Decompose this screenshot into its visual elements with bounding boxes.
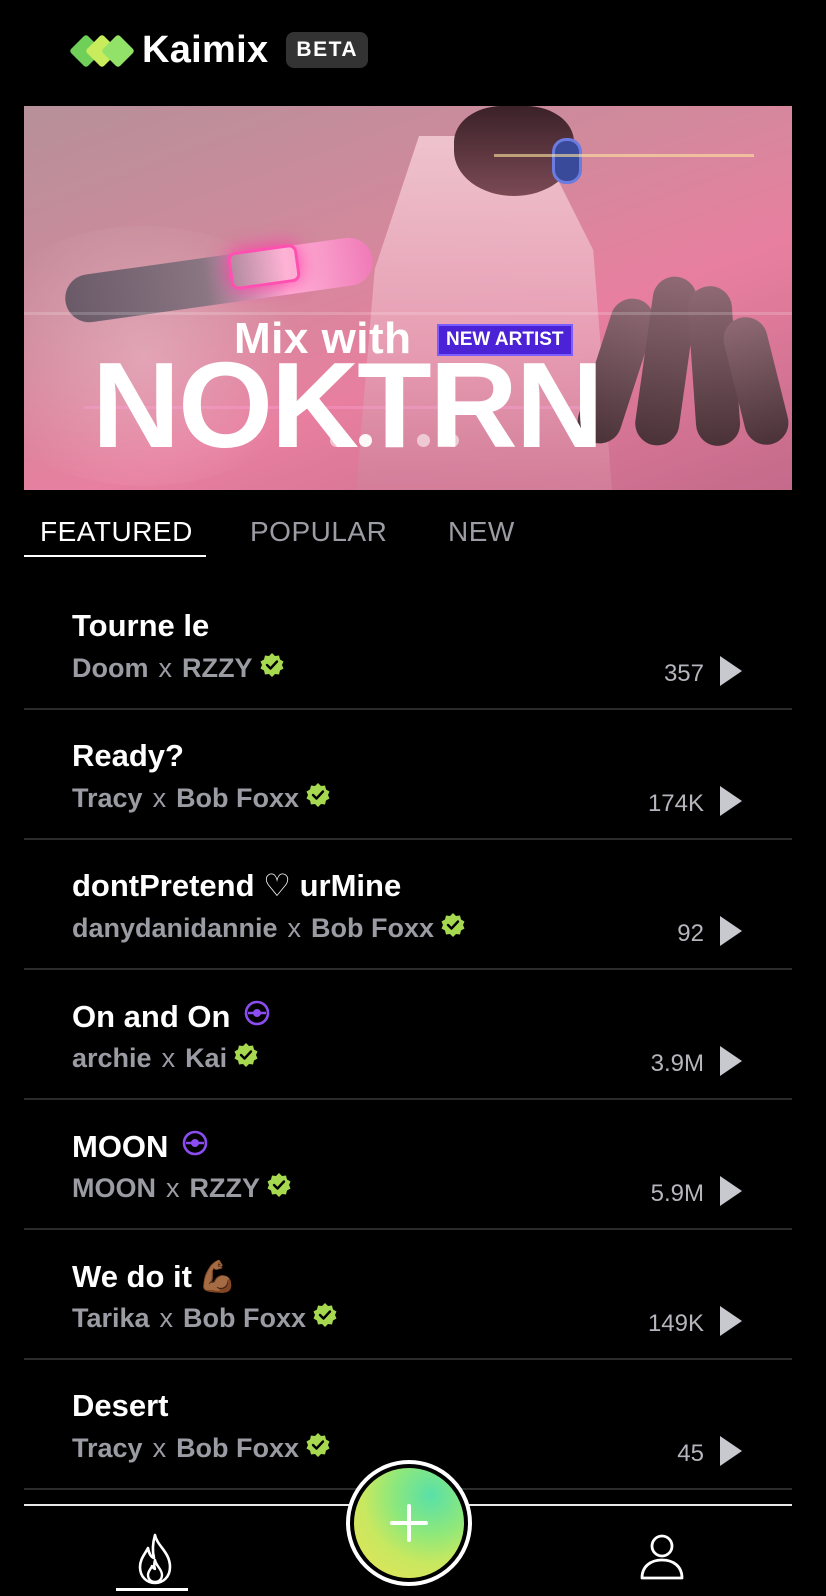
play-count: 174K: [647, 790, 704, 817]
track-row[interactable]: MOON MOON x RZZY 5.9M: [24, 1100, 792, 1230]
track-artist[interactable]: MOON: [72, 1173, 156, 1204]
carousel-dot[interactable]: [446, 434, 459, 447]
track-row[interactable]: We do it 💪🏾 Tarika x Bob Foxx 149K: [24, 1230, 792, 1360]
app-header: Kaimix BETA: [69, 28, 369, 72]
carousel-dot[interactable]: [388, 434, 401, 447]
headphone-graphic: [552, 138, 582, 184]
exclusive-icon: [242, 998, 272, 1036]
add-mix-button[interactable]: [346, 1460, 472, 1586]
banner-streak: [494, 154, 754, 157]
carousel-dot[interactable]: [330, 434, 343, 447]
play-icon[interactable]: [720, 1436, 742, 1466]
carousel-dot[interactable]: [359, 434, 372, 447]
track-artists: Tracy x Bob Foxx: [72, 782, 331, 815]
track-title: We do it: [72, 1258, 192, 1294]
track-artist[interactable]: Doom: [72, 653, 149, 684]
collab-separator: x: [287, 913, 302, 943]
nav-active-underline: [116, 1588, 188, 1591]
feed-tabs: FEATURED POPULAR NEW: [24, 508, 792, 558]
track-artists: danydanidannie x Bob Foxx: [72, 912, 466, 945]
app-name: Kaimix: [142, 28, 269, 71]
verified-badge-icon: [259, 652, 285, 685]
track-title: Ready?: [72, 738, 184, 773]
tab-new[interactable]: NEW: [448, 516, 515, 548]
exclusive-icon: [180, 1128, 210, 1166]
track-artist[interactable]: archie: [72, 1043, 152, 1074]
banner-robot-hand: [571, 256, 792, 486]
track-title-wrap: Tourne le: [72, 608, 209, 644]
play-icon[interactable]: [720, 1306, 742, 1336]
track-emoji: 💪🏾: [197, 1259, 237, 1294]
active-tab-underline: [24, 555, 206, 557]
track-title: Desert: [72, 1388, 169, 1423]
verified-badge-icon: [440, 912, 466, 945]
collab-separator: x: [159, 1303, 174, 1333]
track-artists: Tracy x Bob Foxx: [72, 1432, 331, 1465]
track-list: Tourne le Doom x RZZY 357 Ready? Tracy x…: [24, 580, 792, 1490]
tab-featured[interactable]: FEATURED: [40, 516, 193, 548]
profile-icon[interactable]: [638, 1532, 686, 1582]
track-row[interactable]: dontPretend ♡ urMine danydanidannie x Bo…: [24, 840, 792, 970]
track-artists: archie x Kai: [72, 1042, 259, 1075]
track-partner[interactable]: Bob Foxx: [176, 783, 299, 814]
kaimix-logo-icon: [69, 30, 135, 70]
track-row[interactable]: Ready? Tracy x Bob Foxx 174K: [24, 710, 792, 840]
track-artists: MOON x RZZY: [72, 1172, 292, 1205]
collab-separator: x: [152, 783, 167, 813]
play-icon[interactable]: [720, 916, 742, 946]
track-title-wrap: On and On: [72, 998, 272, 1036]
collab-separator: x: [166, 1173, 180, 1203]
verified-badge-icon: [312, 1302, 338, 1335]
track-partner[interactable]: RZZY: [182, 653, 253, 684]
featured-banner[interactable]: Mix with NEW ARTIST NOKTRN: [24, 106, 792, 490]
play-count: 357: [663, 660, 704, 687]
verified-badge-icon: [266, 1172, 292, 1205]
track-partner[interactable]: Bob Foxx: [311, 913, 434, 944]
track-row[interactable]: On and On archie x Kai 3.9M: [24, 970, 792, 1100]
banner-artist-name: NOKTRN: [92, 337, 604, 473]
track-partner[interactable]: Kai: [185, 1043, 227, 1074]
collab-separator: x: [161, 1043, 176, 1073]
track-artist[interactable]: Tarika: [72, 1303, 150, 1334]
collab-separator: x: [152, 1433, 167, 1463]
track-artist[interactable]: Tracy: [72, 783, 143, 814]
collab-separator: x: [158, 653, 173, 683]
track-title-wrap: MOON: [72, 1128, 210, 1166]
track-title-wrap: dontPretend ♡ urMine: [72, 868, 401, 904]
carousel-dots: [330, 434, 459, 447]
track-artists: Doom x RZZY: [72, 652, 285, 685]
track-partner[interactable]: Bob Foxx: [176, 1433, 299, 1464]
play-icon[interactable]: [720, 656, 742, 686]
track-partner[interactable]: RZZY: [190, 1173, 261, 1204]
play-count: 149K: [647, 1310, 704, 1337]
carousel-dot[interactable]: [417, 434, 430, 447]
track-partner[interactable]: Bob Foxx: [183, 1303, 306, 1334]
track-row[interactable]: Tourne le Doom x RZZY 357: [24, 580, 792, 710]
beta-badge: BETA: [286, 32, 369, 68]
track-artist[interactable]: danydanidannie: [72, 913, 278, 944]
track-title: On and On: [72, 999, 231, 1034]
track-title: Tourne le: [72, 608, 210, 643]
verified-badge-icon: [305, 1432, 331, 1465]
play-icon[interactable]: [720, 786, 742, 816]
track-title-wrap: Ready?: [72, 738, 184, 774]
play-count: 45: [677, 1440, 704, 1467]
track-title: dontPretend ♡ urMine: [72, 868, 402, 903]
play-icon[interactable]: [720, 1176, 742, 1206]
play-icon[interactable]: [720, 1046, 742, 1076]
tab-popular[interactable]: POPULAR: [250, 516, 387, 548]
plus-icon: [354, 1468, 464, 1578]
play-count: 92: [677, 920, 704, 947]
fire-icon[interactable]: [130, 1532, 180, 1586]
track-title-wrap: Desert: [72, 1388, 169, 1424]
track-title-wrap: We do it 💪🏾: [72, 1258, 237, 1295]
play-count: 3.9M: [650, 1050, 704, 1077]
track-artists: Tarika x Bob Foxx: [72, 1302, 338, 1335]
play-count: 5.9M: [650, 1180, 704, 1207]
track-artist[interactable]: Tracy: [72, 1433, 143, 1464]
verified-badge-icon: [233, 1042, 259, 1075]
track-title: MOON: [72, 1129, 169, 1164]
verified-badge-icon: [305, 782, 331, 815]
